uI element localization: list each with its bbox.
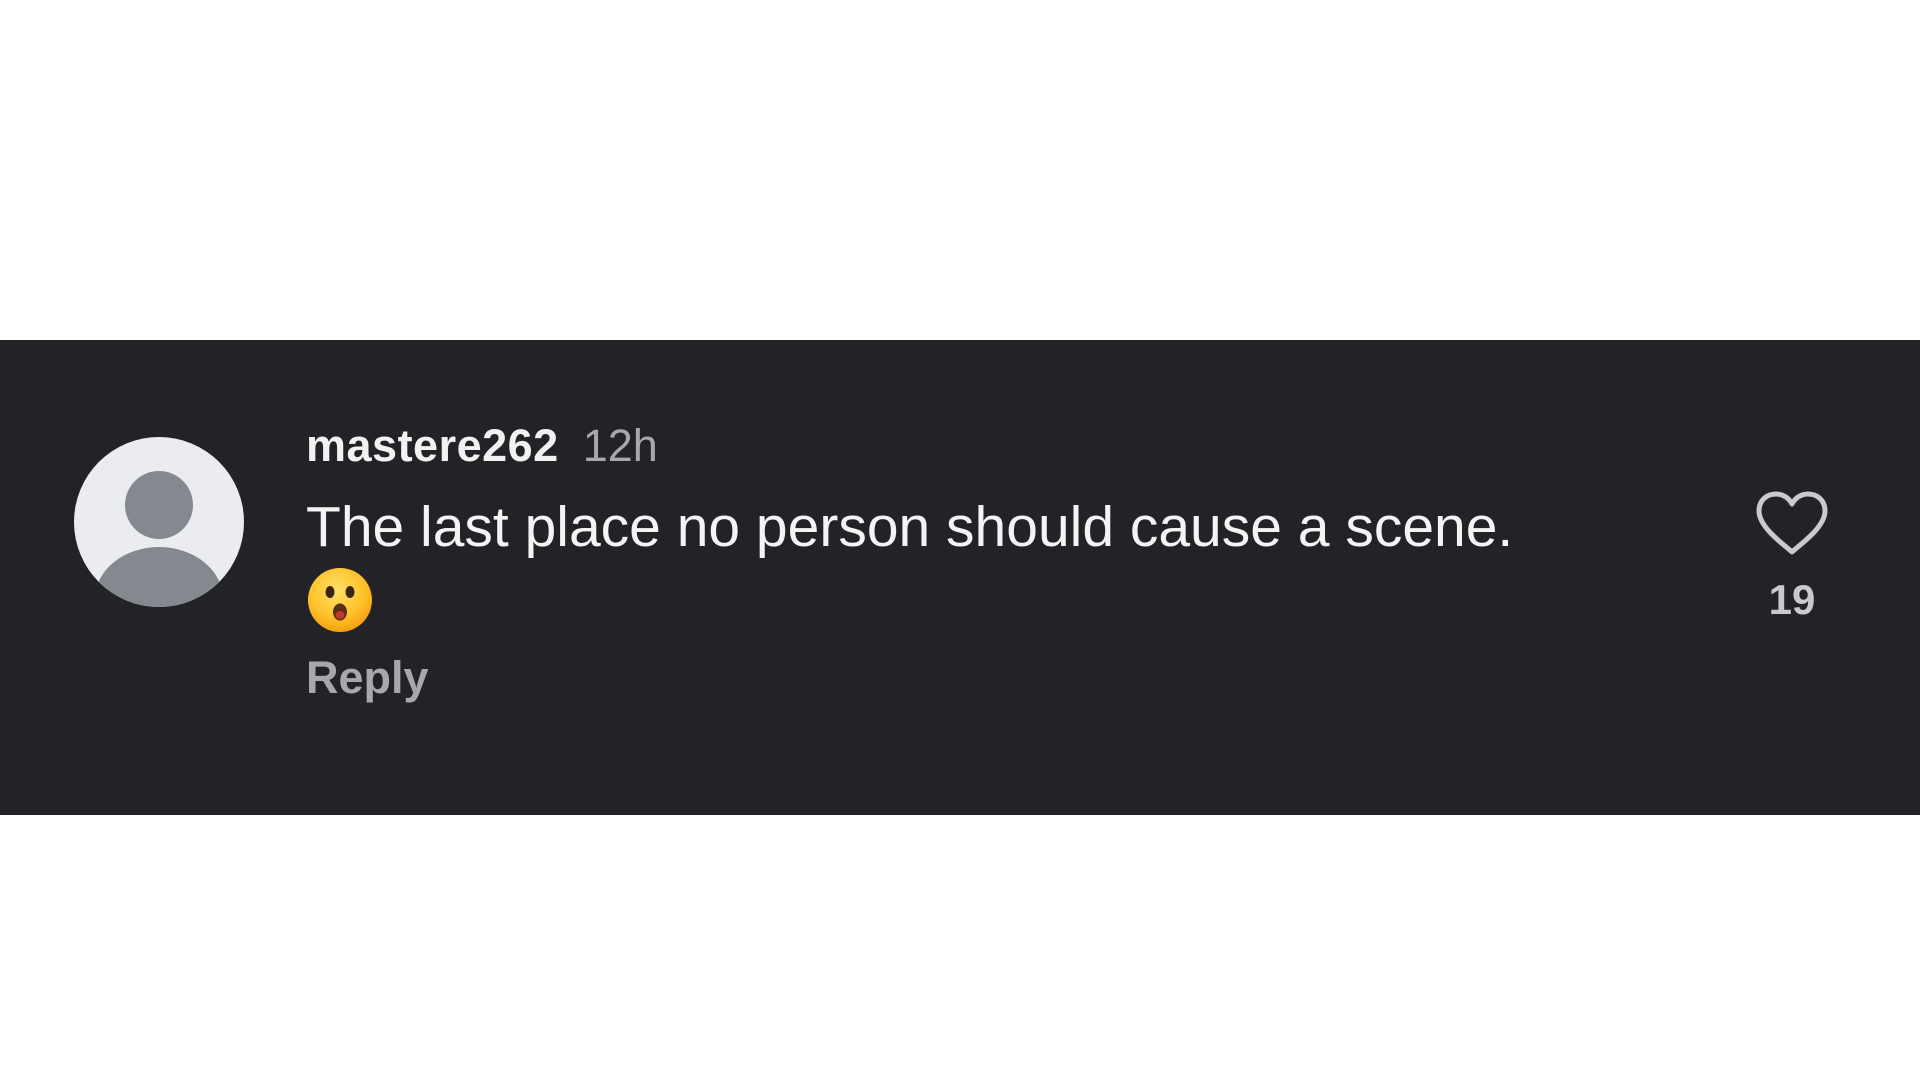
reply-button[interactable]: Reply xyxy=(306,652,429,704)
comment-card: mastere262 12h The last place no person … xyxy=(0,340,1920,815)
default-user-avatar-icon xyxy=(95,471,223,607)
comment-content: mastere262 12h The last place no person … xyxy=(306,420,1686,704)
astonished-face-emoji-icon xyxy=(308,568,372,632)
comment-meta: mastere262 12h xyxy=(306,420,1686,478)
like-section: 19 xyxy=(1750,490,1834,624)
heart-outline-icon[interactable] xyxy=(1755,490,1829,556)
comment-text: The last place no person should cause a … xyxy=(306,495,1514,559)
comment-username[interactable]: mastere262 xyxy=(306,420,559,472)
user-avatar[interactable] xyxy=(74,437,244,607)
screenshot-canvas: mastere262 12h The last place no person … xyxy=(0,0,1920,1080)
like-count: 19 xyxy=(1768,576,1816,623)
comment-timestamp: 12h xyxy=(582,420,658,471)
